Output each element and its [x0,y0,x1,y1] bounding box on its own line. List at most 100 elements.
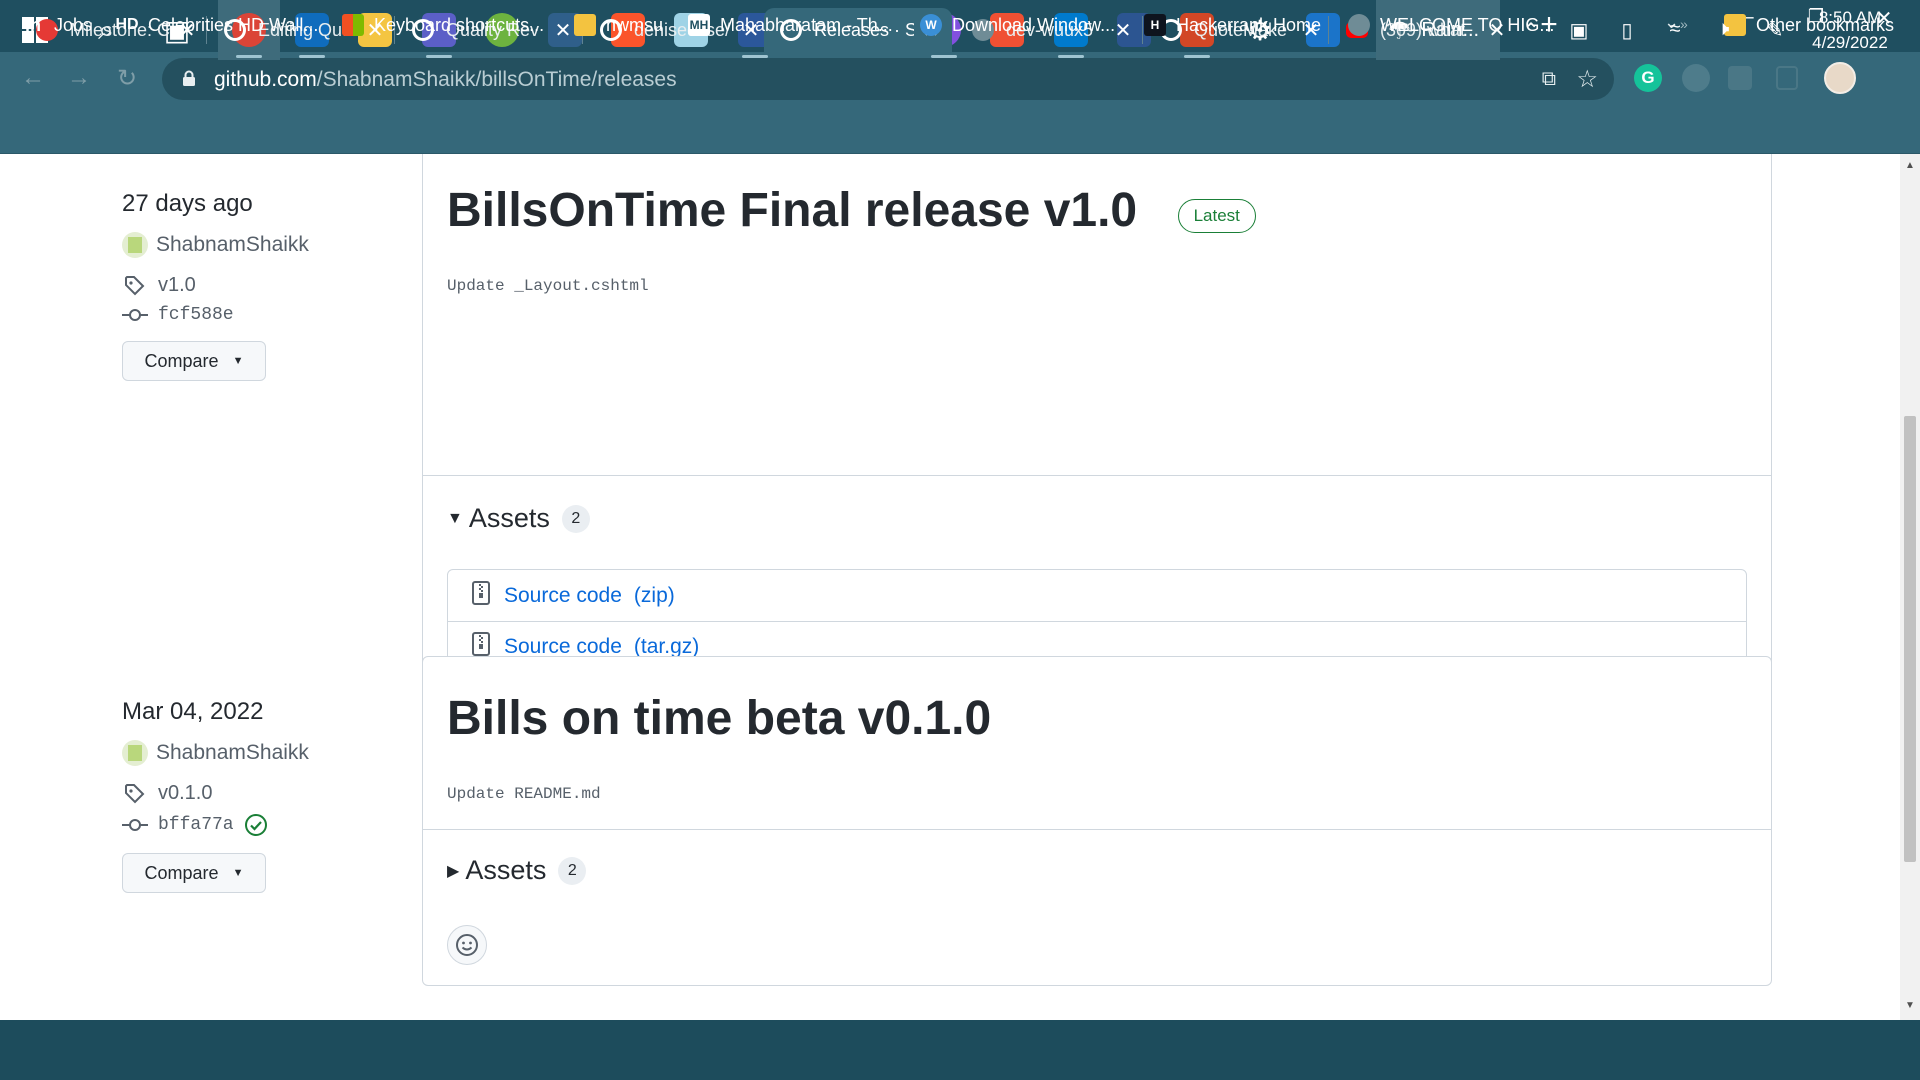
running-indicator [236,55,262,58]
url-host: github.com [214,68,317,91]
triangle-right-icon: ▶ [447,862,460,880]
release-card: Bills on time beta v0.1.0 Update README.… [422,656,1772,986]
bookmark-label: nwmsu [606,14,664,35]
commit-sha: bffa77a [158,815,234,835]
mahabharatam-icon: MH [688,14,710,36]
author-name: ShabnamShaikk [156,233,309,256]
lock-icon [183,70,195,86]
running-indicator [931,55,957,58]
address-bar[interactable]: github.com/ShabnamShaikk/billsOnTime/rel… [162,58,1614,100]
bookmark-label: Hackerrank Home [1176,14,1322,35]
system-clock[interactable]: 8:50 AM 4/29/2022 [1800,5,1900,55]
compare-button[interactable]: Compare ▼ [122,853,266,893]
release-author[interactable]: ShabnamShaikk [122,232,382,258]
author-avatar [122,232,148,258]
wordpress-icon: W [920,14,942,36]
volume-icon[interactable]: 🕨 [1708,18,1738,41]
grammarly-icon[interactable]: G [1634,64,1662,92]
commit-icon [122,817,148,833]
zip-file-icon [472,580,490,611]
release-commit[interactable]: fcf588e [122,305,382,325]
bookmark-item[interactable]: W Download Window... [920,12,1115,38]
extensions-puzzle-icon[interactable] [1728,66,1752,90]
bookmark-label: Celebrities HD Wall... [148,14,319,35]
assets-toggle[interactable]: ▼ Assets 2 [447,503,590,534]
microsoft-icon [342,14,364,36]
tab-separator [1328,16,1329,44]
release-meta: 27 days ago ShabnamShaikk v1.0 fcf588e C… [122,190,382,381]
url-path: /ShabnamShaikk/billsOnTime/releases [316,68,677,91]
share-icon[interactable]: ⧉ [1542,68,1556,91]
bookmark-label: Keyboard shortcuts... [374,14,545,35]
release-tag[interactable]: v1.0 [122,274,382,297]
extension-cloud-icon[interactable] [1682,64,1710,92]
asset-ext[interactable]: (zip) [634,584,675,608]
back-icon[interactable]: ← [18,64,48,92]
release-notes: Update README.md [447,785,601,803]
assets-count: 2 [561,504,590,533]
latest-badge: Latest [1177,198,1256,233]
battery-icon[interactable]: ▯ [1612,18,1642,43]
pen-icon[interactable]: ✎ [1760,18,1790,43]
release-header: Bills on time beta v0.1.0 Update README.… [423,657,1771,830]
url-text[interactable]: github.com/ShabnamShaikk/billsOnTime/rel… [214,68,677,92]
release-title[interactable]: BillsOnTime Final release v1.0 [447,183,1137,238]
tab-separator [1142,16,1143,44]
bookmark-item[interactable]: in Jobs [22,12,92,38]
hackerrank-icon: H [1144,14,1166,36]
running-indicator [1184,55,1210,58]
bookmark-star-icon[interactable]: ☆ [1576,65,1598,94]
bookmark-item[interactable]: Keyboard shortcuts... [342,12,544,38]
bookmark-item[interactable]: WELCOME TO HIG... [1348,12,1554,38]
tab-close-icon[interactable]: ✕ [554,18,572,43]
release-commit[interactable]: bffa77a [122,813,382,837]
release-meta: Mar 04, 2022 ShabnamShaikk v0.1.0 bffa77… [122,698,382,893]
author-name: ShabnamShaikk [156,741,309,764]
assets-toggle[interactable]: ▶ Assets 2 [447,855,587,886]
bookmark-item[interactable]: nwmsu [574,12,663,38]
commit-sha: fcf588e [158,305,234,325]
add-reaction-button[interactable] [447,925,487,965]
running-indicator [1058,55,1084,58]
release-tag[interactable]: v0.1.0 [122,782,382,805]
release-header: BillsOnTime Final release v1.0 Latest Up… [423,154,1771,476]
release-author[interactable]: ShabnamShaikk [122,740,382,766]
clock-time: 8:50 AM [1818,8,1882,27]
tag-name: v1.0 [158,274,196,296]
tag-name: v0.1.0 [158,782,213,804]
page-scrollbar[interactable]: ▲ ▼ [1900,154,1920,1020]
verified-check-icon[interactable] [244,813,268,837]
profile-avatar[interactable] [1824,62,1856,94]
scrollbar-thumb[interactable] [1904,416,1916,862]
forward-icon[interactable]: → [64,64,94,92]
clock-date: 4/29/2022 [1812,33,1888,52]
release-title[interactable]: Bills on time beta v0.1.0 [447,691,991,746]
smiley-icon [456,934,478,956]
bookmark-item[interactable]: H Hackerrank Home [1144,12,1321,38]
side-panel-icon[interactable] [1776,66,1798,90]
bookmark-item[interactable]: MH Mahabharatam - Th... [688,12,893,38]
running-indicator [742,55,768,58]
linkedin-icon: in [25,14,41,35]
triangle-down-icon: ▼ [447,509,463,527]
bookmark-item[interactable]: HD Celebrities HD Wall... [115,12,319,38]
asset-name[interactable]: Source code [504,584,622,608]
caret-down-icon: ▼ [232,355,244,367]
compare-button[interactable]: Compare ▼ [122,341,266,381]
compare-label: Compare [144,350,219,371]
asset-row[interactable]: Source code (zip) [448,570,1746,621]
assets-label: Assets [468,503,550,533]
commit-icon [122,307,148,323]
compare-label: Compare [144,862,219,883]
tab-close-icon[interactable]: ✕ [1114,18,1132,43]
scroll-up-icon[interactable]: ▲ [1904,160,1916,171]
author-avatar [122,740,148,766]
meet-now-icon[interactable]: ▣ [1564,18,1594,43]
assets-label: Assets [465,855,547,885]
bookmarks-bar [0,104,1920,154]
reload-icon[interactable]: ↻ [112,64,142,93]
running-indicator [426,55,452,58]
caret-down-icon: ▼ [232,867,244,879]
wifi-icon[interactable]: ≈ [1660,18,1690,41]
scroll-down-icon[interactable]: ▼ [1904,1000,1916,1011]
